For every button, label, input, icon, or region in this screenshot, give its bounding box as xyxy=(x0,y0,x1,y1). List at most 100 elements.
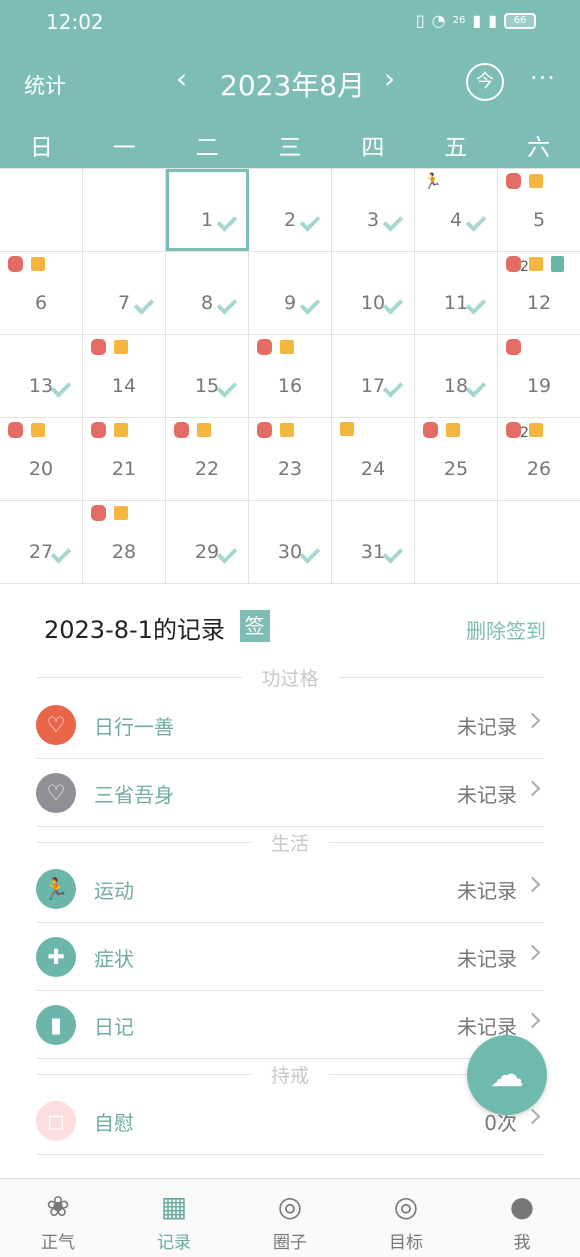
record-item-label: 日记 xyxy=(94,1015,134,1039)
calendar-day[interactable]: 🏃 4 xyxy=(415,169,498,251)
calendar-day[interactable]: 14 xyxy=(83,335,166,417)
calendar-day[interactable]: 10 xyxy=(332,252,415,334)
stats-button[interactable]: 统计 xyxy=(24,70,66,100)
calendar-day[interactable]: 2 12 xyxy=(498,252,580,334)
red-tag-icon xyxy=(506,173,521,189)
battery-icon: 66 xyxy=(504,12,536,29)
calendar-day-number: 12 xyxy=(526,292,552,314)
top-header: 12:02 ▯ ◔ 26 ▮ ▮ 66 统计 ‹ 2023年8月 › 今 ···… xyxy=(0,0,580,168)
more-button[interactable]: ··· xyxy=(530,64,556,92)
calendar-day[interactable]: 1 xyxy=(166,169,249,251)
status-bar: 12:02 ▯ ◔ 26 ▮ ▮ 66 xyxy=(0,0,580,44)
delete-sign-button[interactable]: 删除签到 xyxy=(466,615,546,644)
weekday-mon: 一 xyxy=(112,135,136,161)
cloud-sync-button[interactable]: ☁ xyxy=(467,1035,547,1115)
calendar-day[interactable]: 5 xyxy=(498,169,580,251)
signal-icon-secondary: ▮ xyxy=(488,11,497,30)
record-item-value: 未记录 xyxy=(457,947,517,971)
calendar-day[interactable]: 2 26 xyxy=(498,418,580,500)
calendar-day[interactable]: 20 xyxy=(0,418,83,500)
record-item-self-reflection[interactable]: ♡ 三省吾身 未记录 xyxy=(36,759,544,827)
record-item-good-deed[interactable]: ♡ 日行一善 未记录 xyxy=(36,691,544,759)
calendar-day[interactable]: 13 xyxy=(0,335,83,417)
weekday-fri: 五 xyxy=(444,135,468,161)
calendar-day[interactable]: 24 xyxy=(332,418,415,500)
calendar-day[interactable]: 11 xyxy=(415,252,498,334)
calendar-day[interactable]: 30 xyxy=(249,501,332,583)
calendar-day[interactable]: 29 xyxy=(166,501,249,583)
red-tag-icon xyxy=(506,422,521,438)
today-button[interactable]: 今 xyxy=(466,63,504,101)
calendar-day-badges xyxy=(91,339,128,355)
calendar-day[interactable]: 3 xyxy=(332,169,415,251)
calendar-day[interactable]: 28 xyxy=(83,501,166,583)
network-label: 26 xyxy=(452,15,466,26)
calendar-day[interactable]: 2 xyxy=(249,169,332,251)
wifi-icon: ◔ xyxy=(431,11,446,30)
calendar-day[interactable]: 25 xyxy=(415,418,498,500)
calendar-day[interactable]: 18 xyxy=(415,335,498,417)
calendar-day-number: 24 xyxy=(360,458,386,480)
tab-me[interactable]: ● 我 xyxy=(464,1179,580,1257)
red-tag-icon xyxy=(8,256,23,272)
record-item-diary[interactable]: ▮ 日记 未记录 xyxy=(36,991,544,1059)
calendar-day[interactable]: 15 xyxy=(166,335,249,417)
red-tag-icon xyxy=(91,505,106,521)
lotus-icon: ❀ xyxy=(46,1190,70,1223)
section-merit: 功过格 xyxy=(36,667,544,690)
calendar-day[interactable]: 7 xyxy=(83,252,166,334)
record-item-symptoms[interactable]: ✚ 症状 未记录 xyxy=(36,923,544,991)
calendar-day[interactable]: 9 xyxy=(249,252,332,334)
calendar-badge-count: 2 xyxy=(520,259,529,275)
calendar-week-row: 6 7 8 9 10 11 2 12 xyxy=(0,252,580,335)
calendar-day[interactable]: 22 xyxy=(166,418,249,500)
record-item-masturbation[interactable]: ◻ 自慰 0次 xyxy=(36,1087,544,1155)
calendar-day[interactable]: 6 xyxy=(0,252,83,334)
calendar-header: 统计 ‹ 2023年8月 › 今 ··· xyxy=(0,60,580,108)
calendar-day[interactable]: 31 xyxy=(332,501,415,583)
calendar-day[interactable]: 27 xyxy=(0,501,83,583)
calendar-day[interactable]: 17 xyxy=(332,335,415,417)
calendar-day[interactable]: 16 xyxy=(249,335,332,417)
calendar-day-badges xyxy=(506,173,543,189)
calendar-day[interactable]: 8 xyxy=(166,252,249,334)
calendar-day-badges xyxy=(257,422,294,438)
calendar-empty-cell xyxy=(0,169,83,251)
calendar-day-badges xyxy=(174,422,211,438)
calendar-week-row: 20 21 22 23 24 25 2 26 xyxy=(0,418,580,501)
red-tag-icon xyxy=(174,422,189,438)
calendar-day-badges: 🏃 xyxy=(423,173,442,189)
section-life: 生活 xyxy=(36,832,544,855)
record-item-exercise[interactable]: 🏃 运动 未记录 xyxy=(36,855,544,923)
calendar-day-number: 20 xyxy=(28,458,54,480)
calendar-day-number: 23 xyxy=(277,458,303,480)
record-title: 2023-8-1的记录 xyxy=(44,616,225,644)
record-title-row: 2023-8-1的记录 签 xyxy=(44,610,270,645)
diary-icon xyxy=(551,256,564,272)
weekday-wed: 三 xyxy=(278,135,302,161)
bottom-tab-bar: ❀ 正气 ▦ 记录 ◎ 圈子 ◎ 目标 ● 我 xyxy=(0,1178,580,1257)
record-item-label: 症状 xyxy=(94,947,134,971)
calendar-empty-cell xyxy=(83,169,166,251)
next-month-button[interactable]: › xyxy=(384,62,395,95)
calendar-day-number: 6 xyxy=(34,292,48,314)
red-tag-icon xyxy=(423,422,438,438)
record-item-label: 三省吾身 xyxy=(94,783,174,807)
calendar-day-number: 5 xyxy=(532,209,546,231)
profile-icon: ● xyxy=(509,1190,535,1223)
calendar-day-number: 14 xyxy=(111,375,137,397)
calendar-badge-count: 2 xyxy=(520,425,529,441)
tab-circle[interactable]: ◎ 圈子 xyxy=(232,1179,348,1257)
calendar-day[interactable]: 19 xyxy=(498,335,580,417)
tab-zhengqi[interactable]: ❀ 正气 xyxy=(0,1179,116,1257)
calendar-day[interactable]: 23 xyxy=(249,418,332,500)
tab-goal[interactable]: ◎ 目标 xyxy=(348,1179,464,1257)
chevron-right-icon xyxy=(524,876,541,893)
tab-record[interactable]: ▦ 记录 xyxy=(116,1179,232,1257)
calendar-day[interactable]: 21 xyxy=(83,418,166,500)
calendar-week-row: 1 2 3 🏃 4 5 xyxy=(0,169,580,252)
yellow-tag-icon xyxy=(446,423,460,437)
previous-month-button[interactable]: ‹ xyxy=(176,62,187,95)
yellow-tag-icon xyxy=(529,423,543,437)
tab-label: 目标 xyxy=(389,1233,423,1253)
